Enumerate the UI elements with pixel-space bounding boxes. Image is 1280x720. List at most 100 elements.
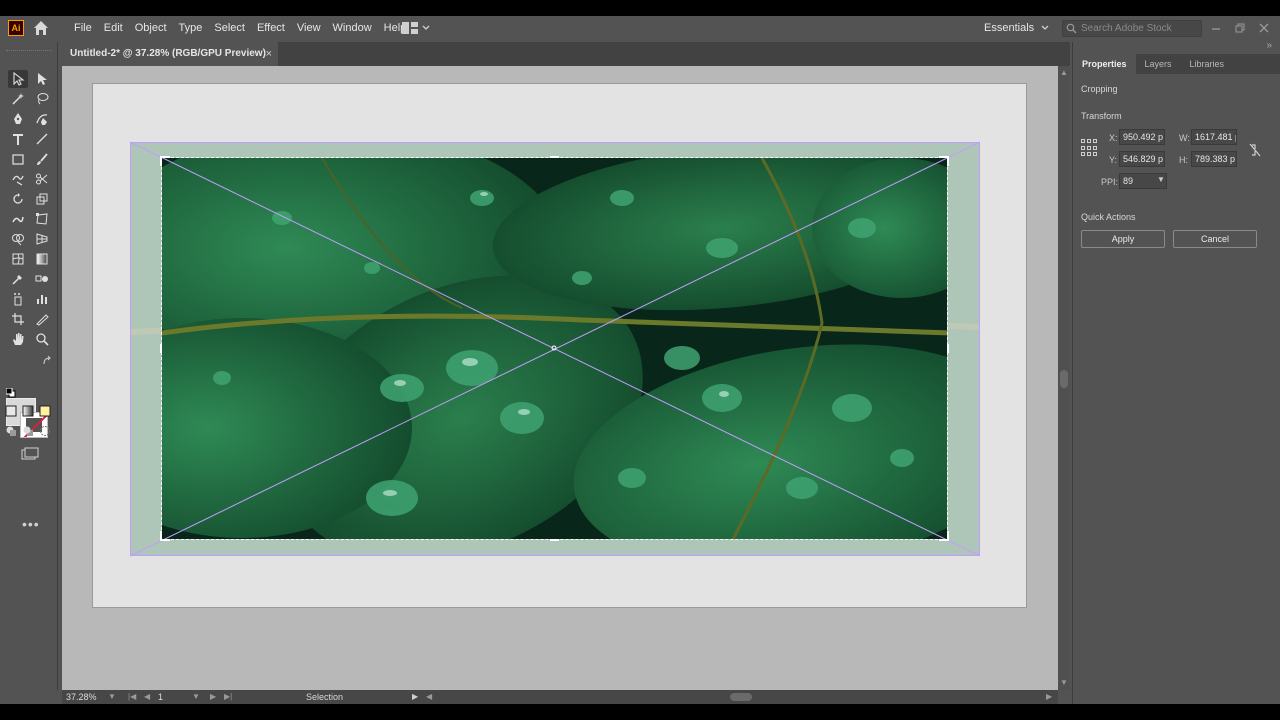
document-tab-bar: Untitled-2* @ 37.28% (RGB/GPU Preview) ×	[62, 42, 1070, 66]
gradient-tool-icon[interactable]	[32, 250, 52, 268]
w-label: W:	[1179, 133, 1190, 143]
none-mode-icon[interactable]	[38, 404, 52, 418]
ppi-dropdown-icon[interactable]: ▼	[1157, 175, 1165, 184]
color-mode-icon[interactable]	[4, 404, 18, 418]
perspective-grid-tool-icon[interactable]	[32, 230, 52, 248]
gradient-mode-icon[interactable]	[21, 404, 35, 418]
draw-behind-icon[interactable]	[21, 424, 35, 438]
scissors-tool-icon[interactable]	[32, 170, 52, 188]
section-cropping: Cropping	[1081, 84, 1118, 94]
next-artboard-icon[interactable]: ▶	[210, 690, 216, 704]
artboard-tool-icon[interactable]	[8, 310, 28, 328]
reference-point-icon[interactable]	[1081, 139, 1099, 157]
x-field[interactable]: 950.492 p	[1119, 129, 1165, 145]
collapse-panels-icon[interactable]: »	[1266, 40, 1272, 51]
pen-tool-icon[interactable]	[8, 110, 28, 128]
zoom-level[interactable]: 37.28%	[66, 690, 97, 704]
menu-effect[interactable]: Effect	[251, 16, 291, 40]
free-transform-tool-icon[interactable]	[32, 210, 52, 228]
ppi-label: PPI:	[1101, 177, 1119, 187]
horizontal-scroll-thumb[interactable]	[730, 693, 752, 701]
draw-normal-icon[interactable]	[4, 424, 18, 438]
panel-tabs: Properties Layers Libraries	[1073, 54, 1280, 74]
magic-wand-tool-icon[interactable]	[8, 90, 28, 108]
slice-tool-icon[interactable]	[32, 310, 52, 328]
menu-file[interactable]: File	[68, 16, 98, 40]
mesh-tool-icon[interactable]	[8, 250, 28, 268]
artboard-number[interactable]: 1	[158, 690, 163, 704]
edit-toolbar-icon[interactable]: •••	[22, 516, 40, 532]
workspace-label: Essentials	[984, 22, 1035, 34]
vertical-scroll-thumb[interactable]	[1060, 370, 1068, 388]
eyedropper-tool-icon[interactable]	[8, 270, 28, 288]
menu-object[interactable]: Object	[129, 16, 173, 40]
height-field[interactable]: 789.383 p	[1191, 151, 1237, 167]
zoom-tool-icon[interactable]	[32, 330, 52, 348]
minimize-icon[interactable]	[1210, 22, 1222, 34]
document-tab-title: Untitled-2* @ 37.28% (RGB/GPU Preview)	[70, 48, 266, 59]
x-label: X:	[1109, 133, 1118, 143]
status-menu-icon[interactable]: ▶	[412, 690, 418, 704]
menu-select[interactable]: Select	[208, 16, 251, 40]
rotate-tool-icon[interactable]	[8, 190, 28, 208]
previous-artboard-icon[interactable]: ◀	[144, 690, 150, 704]
zoom-dropdown-icon[interactable]: ▼	[108, 690, 116, 704]
scroll-right-arrow-icon[interactable]: ▶	[1046, 690, 1052, 704]
draw-inside-icon[interactable]	[38, 424, 52, 438]
menu-type[interactable]: Type	[173, 16, 209, 40]
crop-region-image[interactable]	[161, 157, 948, 540]
scale-tool-icon[interactable]	[32, 190, 52, 208]
y-label: Y:	[1109, 155, 1118, 165]
apply-button[interactable]: Apply	[1081, 230, 1165, 248]
y-field[interactable]: 546.829 p	[1119, 151, 1165, 167]
workspace-dropdown[interactable]: Essentials	[984, 16, 1049, 40]
cancel-button[interactable]: Cancel	[1173, 230, 1257, 248]
main-menu: File Edit Object Type Select Effect View…	[68, 16, 412, 40]
swap-colors-icon[interactable]	[42, 356, 52, 366]
column-graph-tool-icon[interactable]	[32, 290, 52, 308]
shaper-tool-icon[interactable]	[8, 170, 28, 188]
restore-icon[interactable]	[1234, 22, 1246, 34]
scroll-left-arrow-icon[interactable]: ◀	[426, 690, 432, 704]
symbol-sprayer-tool-icon[interactable]	[8, 290, 28, 308]
link-proportions-icon[interactable]	[1247, 142, 1263, 158]
vertical-scrollbar[interactable]: ▲ ▼	[1058, 66, 1070, 690]
search-icon	[1066, 23, 1077, 34]
curvature-tool-icon[interactable]	[32, 110, 52, 128]
warp-tool-icon[interactable]	[8, 210, 28, 228]
tab-properties[interactable]: Properties	[1073, 54, 1136, 74]
blend-tool-icon[interactable]	[32, 270, 52, 288]
type-tool-icon[interactable]	[8, 130, 28, 148]
scroll-up-arrow-icon[interactable]: ▲	[1060, 68, 1068, 77]
artboard-dropdown-icon[interactable]: ▼	[192, 690, 200, 704]
home-icon[interactable]	[32, 19, 50, 37]
properties-panel: » Properties Layers Libraries Cropping T…	[1072, 40, 1280, 704]
menu-edit[interactable]: Edit	[98, 16, 129, 40]
lasso-tool-icon[interactable]	[32, 90, 52, 108]
direct-selection-tool-icon[interactable]	[32, 70, 52, 88]
default-colors-icon[interactable]	[6, 388, 16, 398]
width-field[interactable]: 1617.481 p	[1191, 129, 1237, 145]
section-quick-actions: Quick Actions	[1081, 212, 1136, 222]
first-artboard-icon[interactable]: |◀	[128, 690, 136, 704]
workspace-switcher-icon[interactable]	[402, 21, 434, 35]
menu-view[interactable]: View	[291, 16, 327, 40]
tab-libraries[interactable]: Libraries	[1181, 54, 1234, 74]
close-icon[interactable]	[1258, 22, 1270, 34]
tab-layers[interactable]: Layers	[1136, 54, 1181, 74]
document-tab-close-button[interactable]: ×	[266, 42, 272, 66]
scroll-down-arrow-icon[interactable]: ▼	[1060, 678, 1068, 687]
paintbrush-tool-icon[interactable]	[32, 150, 52, 168]
document-tab[interactable]: Untitled-2* @ 37.28% (RGB/GPU Preview) ×	[62, 42, 278, 66]
last-artboard-icon[interactable]: ▶|	[224, 690, 232, 704]
menu-window[interactable]: Window	[327, 16, 378, 40]
rectangle-tool-icon[interactable]	[8, 150, 28, 168]
line-segment-tool-icon[interactable]	[32, 130, 52, 148]
toolbar-grip[interactable]	[6, 50, 52, 53]
screen-mode-icon[interactable]	[20, 446, 40, 462]
selection-tool-icon[interactable]	[8, 70, 28, 88]
search-stock-input[interactable]: Search Adobe Stock	[1062, 20, 1202, 37]
hand-tool-icon[interactable]	[8, 330, 28, 348]
status-bar: 37.28% ▼ |◀ ◀ 1 ▼ ▶ ▶| Selection ▶ ◀ ▶	[62, 690, 1058, 704]
shape-builder-tool-icon[interactable]	[8, 230, 28, 248]
